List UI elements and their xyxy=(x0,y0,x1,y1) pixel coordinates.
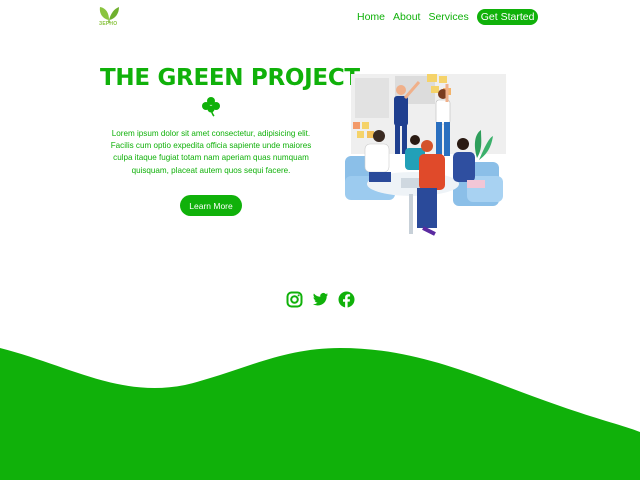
top-nav: Home About Services Get Started xyxy=(357,9,539,25)
get-started-button[interactable]: Get Started xyxy=(476,9,539,25)
clover-icon xyxy=(202,97,220,117)
hero-description-line: culpa itaque fugiat totam nam aperiam qu… xyxy=(113,153,309,163)
nav-about-link[interactable]: About xyxy=(393,11,420,23)
hero-description: Lorem ipsum dolor sit amet consectetur, … xyxy=(106,128,316,177)
nav-services-link[interactable]: Services xyxy=(428,11,468,23)
footer-wave xyxy=(0,348,640,480)
hero-description-line: Facilis cum optio expedita officia sapie… xyxy=(110,141,312,151)
twitter-icon[interactable] xyxy=(312,291,329,308)
team-collaboration-illustration xyxy=(345,74,506,236)
hero-description-line: quisquam, placeat autem quos sequi facer… xyxy=(131,165,291,175)
nav-home-link[interactable]: Home xyxy=(357,11,385,23)
instagram-icon[interactable] xyxy=(286,291,303,308)
logo-text: ЗЕРНО xyxy=(99,21,118,27)
hero-title: THE GREEN PROJECT xyxy=(100,65,360,91)
hero-description-line: Lorem ipsum dolor sit amet consectetur, … xyxy=(111,129,311,138)
facebook-icon[interactable] xyxy=(338,291,355,308)
learn-more-button[interactable]: Learn More xyxy=(180,195,242,216)
social-links xyxy=(286,291,355,308)
